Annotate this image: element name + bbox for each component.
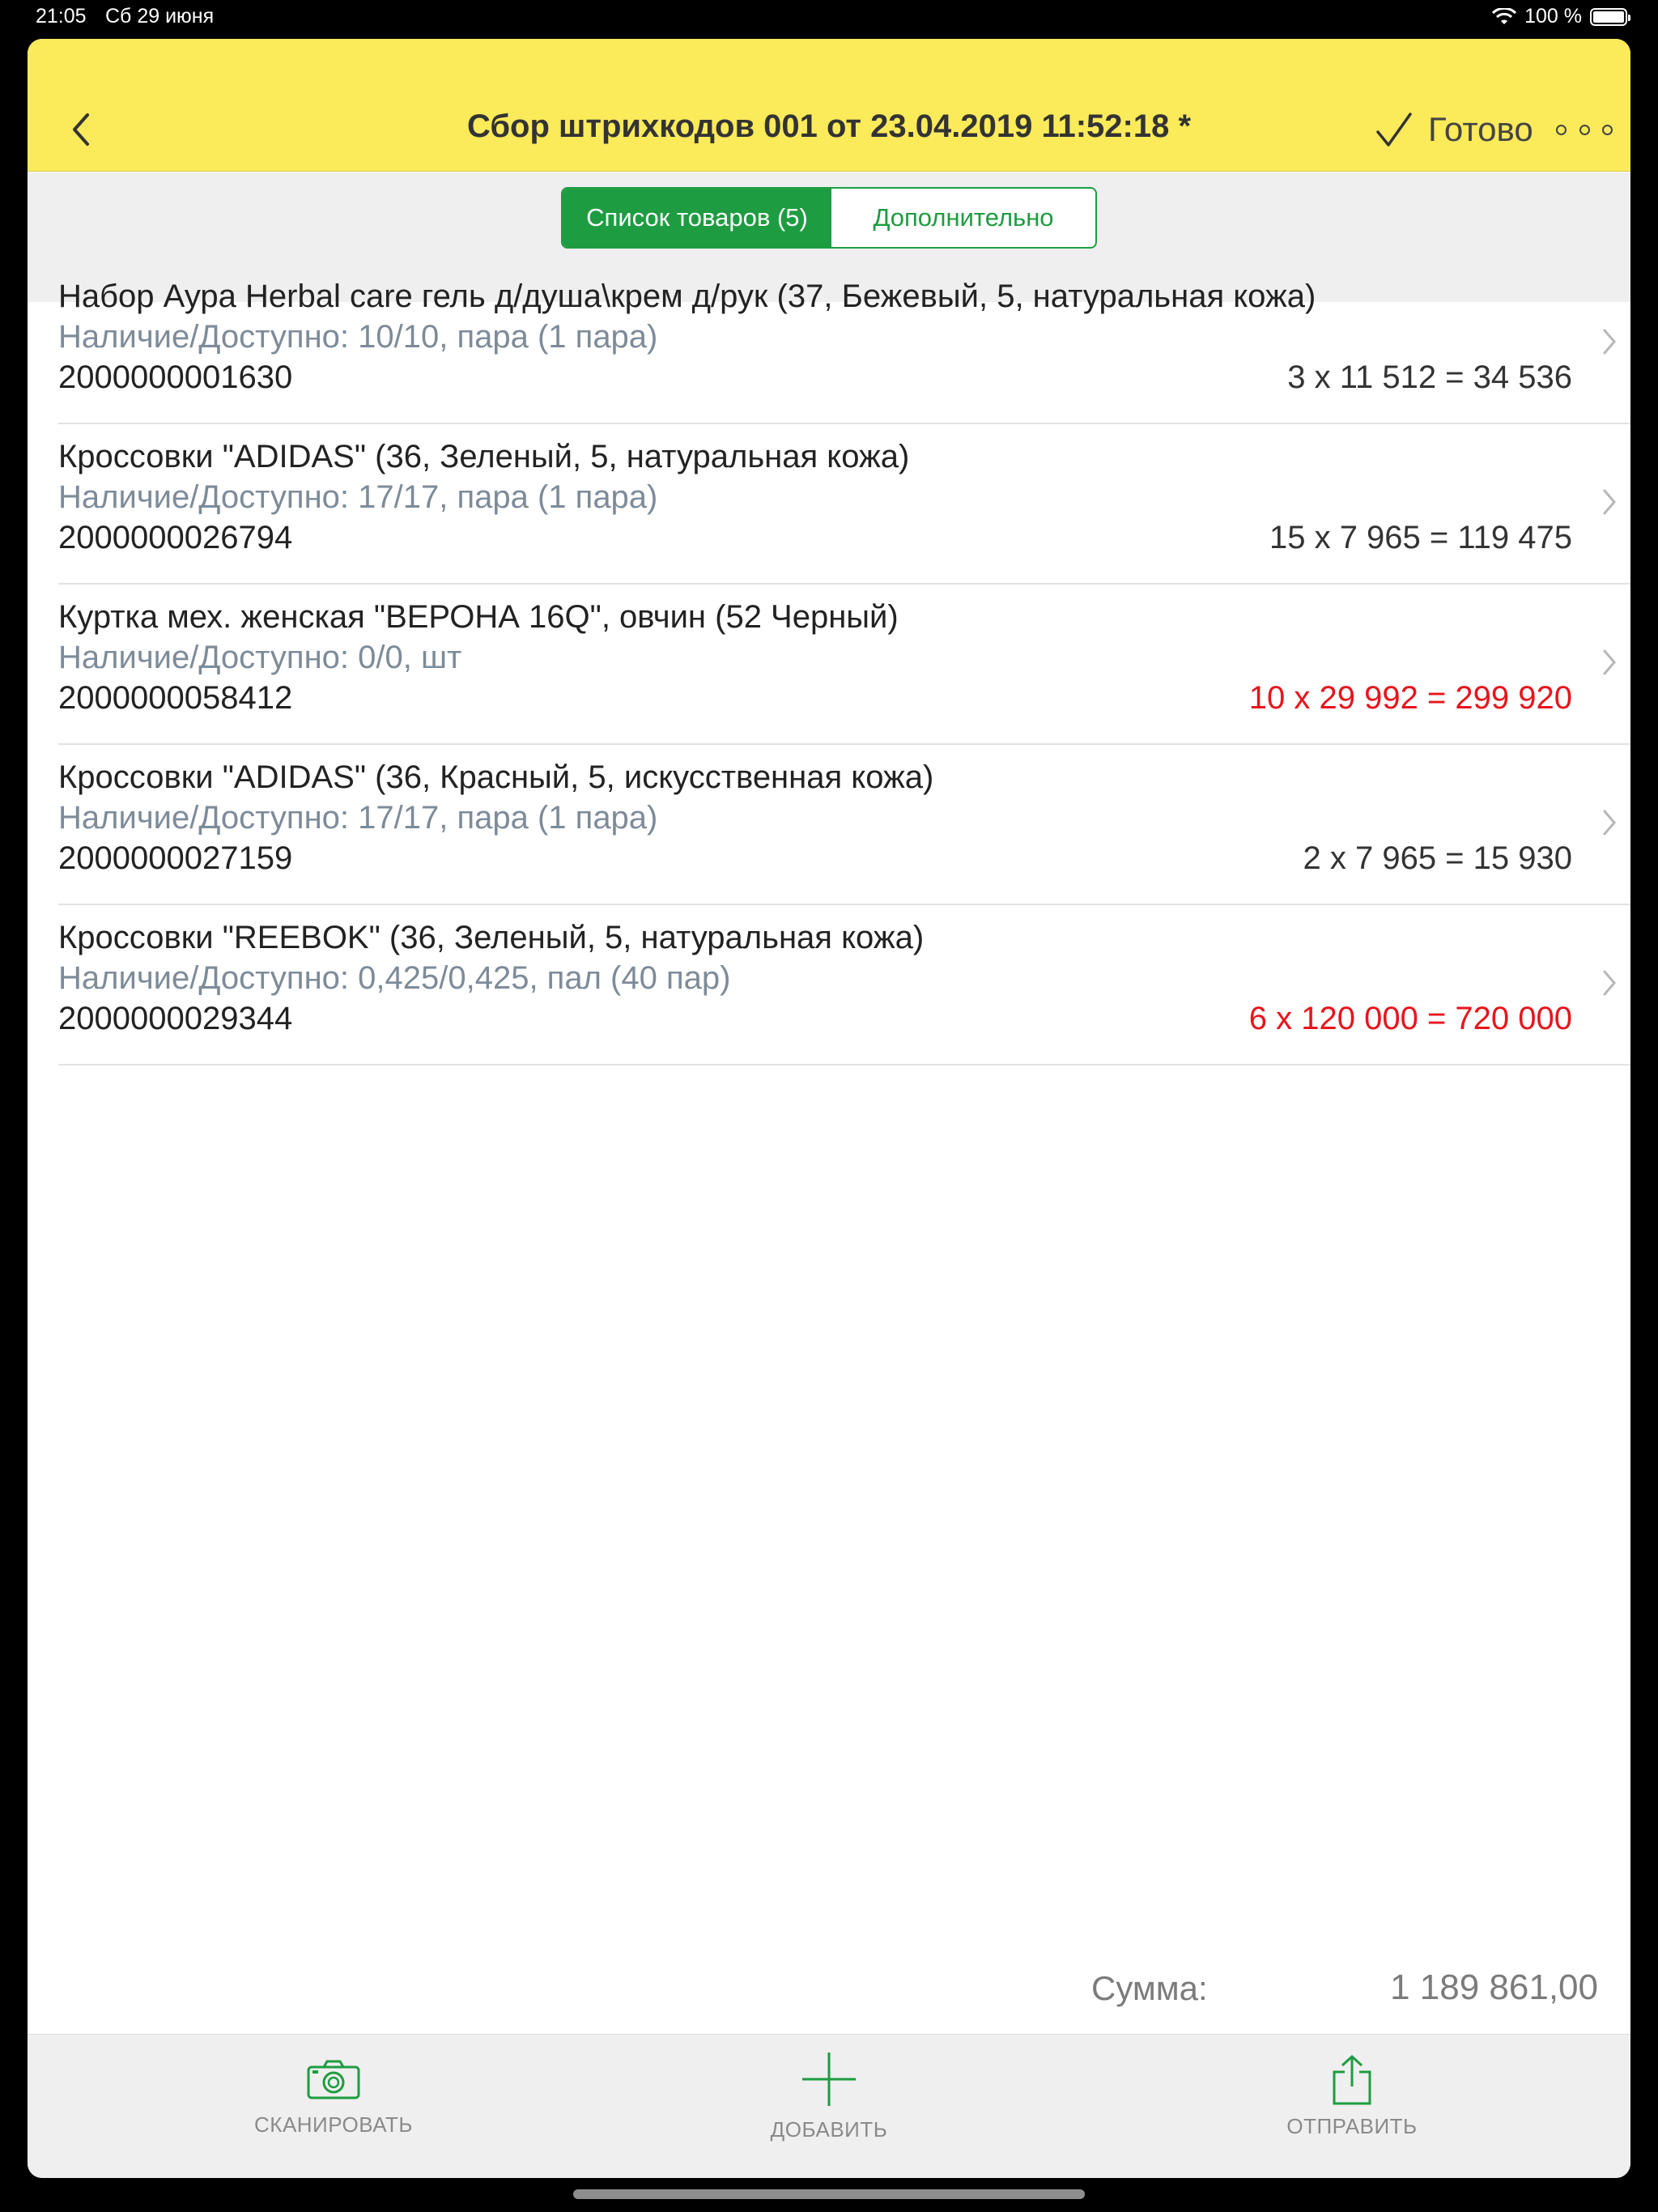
item-total: 15 x 7 965 = 119 475 [1269,520,1572,555]
sum-value: 1 189 861,00 [1390,1967,1598,2007]
scan-button[interactable]: СКАНИРОВАТЬ [204,2035,463,2178]
status-right: 100 % [1492,5,1630,28]
add-button[interactable]: ДОБАВИТЬ [699,2035,959,2178]
list-item[interactable]: Кроссовки "ADIDAS" (36, Зеленый, 5, нату… [58,424,1630,585]
list-item[interactable]: Кроссовки "ADIDAS" (36, Красный, 5, иску… [58,745,1630,905]
status-time: 21:05 [36,5,87,28]
bottom-toolbar: СКАНИРОВАТЬ ДОБАВИТЬ ОТПРАВИТЬ [28,2034,1630,2178]
plus-icon [802,2052,856,2106]
done-button[interactable]: Готово [1375,105,1533,154]
segmented-control: Список товаров (5) Дополнительно [561,187,1097,249]
chevron-right-icon [1603,649,1616,675]
item-stock: Наличие/Доступно: 0,425/0,425, пал (40 п… [58,960,731,996]
item-barcode: 2000000027159 [58,840,293,876]
chevron-right-icon [1603,810,1616,836]
item-name: Куртка мех. женская "ВЕРОНА 16Q", овчин … [58,599,899,635]
send-label: ОТПРАВИТЬ [1286,2114,1418,2138]
status-bar: 21:05 Сб 29 июня 100 % [0,0,1658,32]
list-item[interactable]: Набор Аура Herbal care гель д/душа\крем … [58,264,1630,424]
battery-icon [1590,7,1630,26]
item-barcode: 2000000026794 [58,520,293,555]
summary-row: Сумма: 1 189 861,00 [28,1951,1630,2029]
item-name: Кроссовки "REEBOK" (36, Зеленый, 5, нату… [58,920,925,955]
item-stock: Наличие/Доступно: 17/17, пара (1 пара) [58,479,658,515]
share-icon [1333,2054,1371,2105]
item-barcode: 2000000058412 [58,680,293,716]
list-item[interactable]: Кроссовки "REEBOK" (36, Зеленый, 5, нату… [58,905,1630,1066]
chevron-right-icon [1603,489,1616,515]
tab-additional[interactable]: Дополнительно [831,189,1095,247]
battery-percent: 100 % [1524,5,1582,28]
item-total: 3 x 11 512 = 34 536 [1287,359,1572,395]
sum-label: Сумма: [1091,1969,1208,2007]
item-total: 6 x 120 000 = 720 000 [1248,1001,1572,1036]
item-total: 10 x 29 992 = 299 920 [1248,680,1572,716]
add-label: ДОБАВИТЬ [770,2117,888,2142]
done-label: Готово [1428,110,1533,148]
item-stock: Наличие/Доступно: 0/0, шт [58,640,462,675]
products-list: Набор Аура Herbal care гель д/душа\крем … [28,264,1630,1066]
list-item[interactable]: Куртка мех. женская "ВЕРОНА 16Q", овчин … [58,585,1630,745]
scan-label: СКАНИРОВАТЬ [254,2112,413,2137]
item-total: 2 x 7 965 = 15 930 [1303,840,1573,876]
checkmark-icon [1376,113,1412,147]
chevron-right-icon [1603,970,1616,996]
chevron-right-icon [1603,329,1616,355]
item-name: Набор Аура Herbal care гель д/душа\крем … [58,279,1316,314]
item-stock: Наличие/Доступно: 10/10, пара (1 пара) [58,319,658,355]
item-barcode: 2000000029344 [58,1001,293,1036]
item-name: Кроссовки "ADIDAS" (36, Красный, 5, иску… [58,759,934,795]
item-barcode: 2000000001630 [58,359,293,395]
status-date: Сб 29 июня [105,5,215,28]
wifi-icon [1492,7,1517,24]
item-stock: Наличие/Доступно: 17/17, пара (1 пара) [58,800,658,836]
send-button[interactable]: ОТПРАВИТЬ [1222,2035,1482,2178]
home-indicator[interactable] [573,2189,1085,2199]
more-dots-icon[interactable] [1556,120,1613,139]
item-name: Кроссовки "ADIDAS" (36, Зеленый, 5, нату… [58,439,910,474]
tab-products-list[interactable]: Список товаров (5) [563,189,831,247]
app-screen: Сбор штрихкодов 001 от 23.04.2019 11:52:… [28,39,1630,2178]
camera-icon [307,2060,360,2099]
navigation-bar: Сбор штрихкодов 001 от 23.04.2019 11:52:… [28,39,1630,172]
